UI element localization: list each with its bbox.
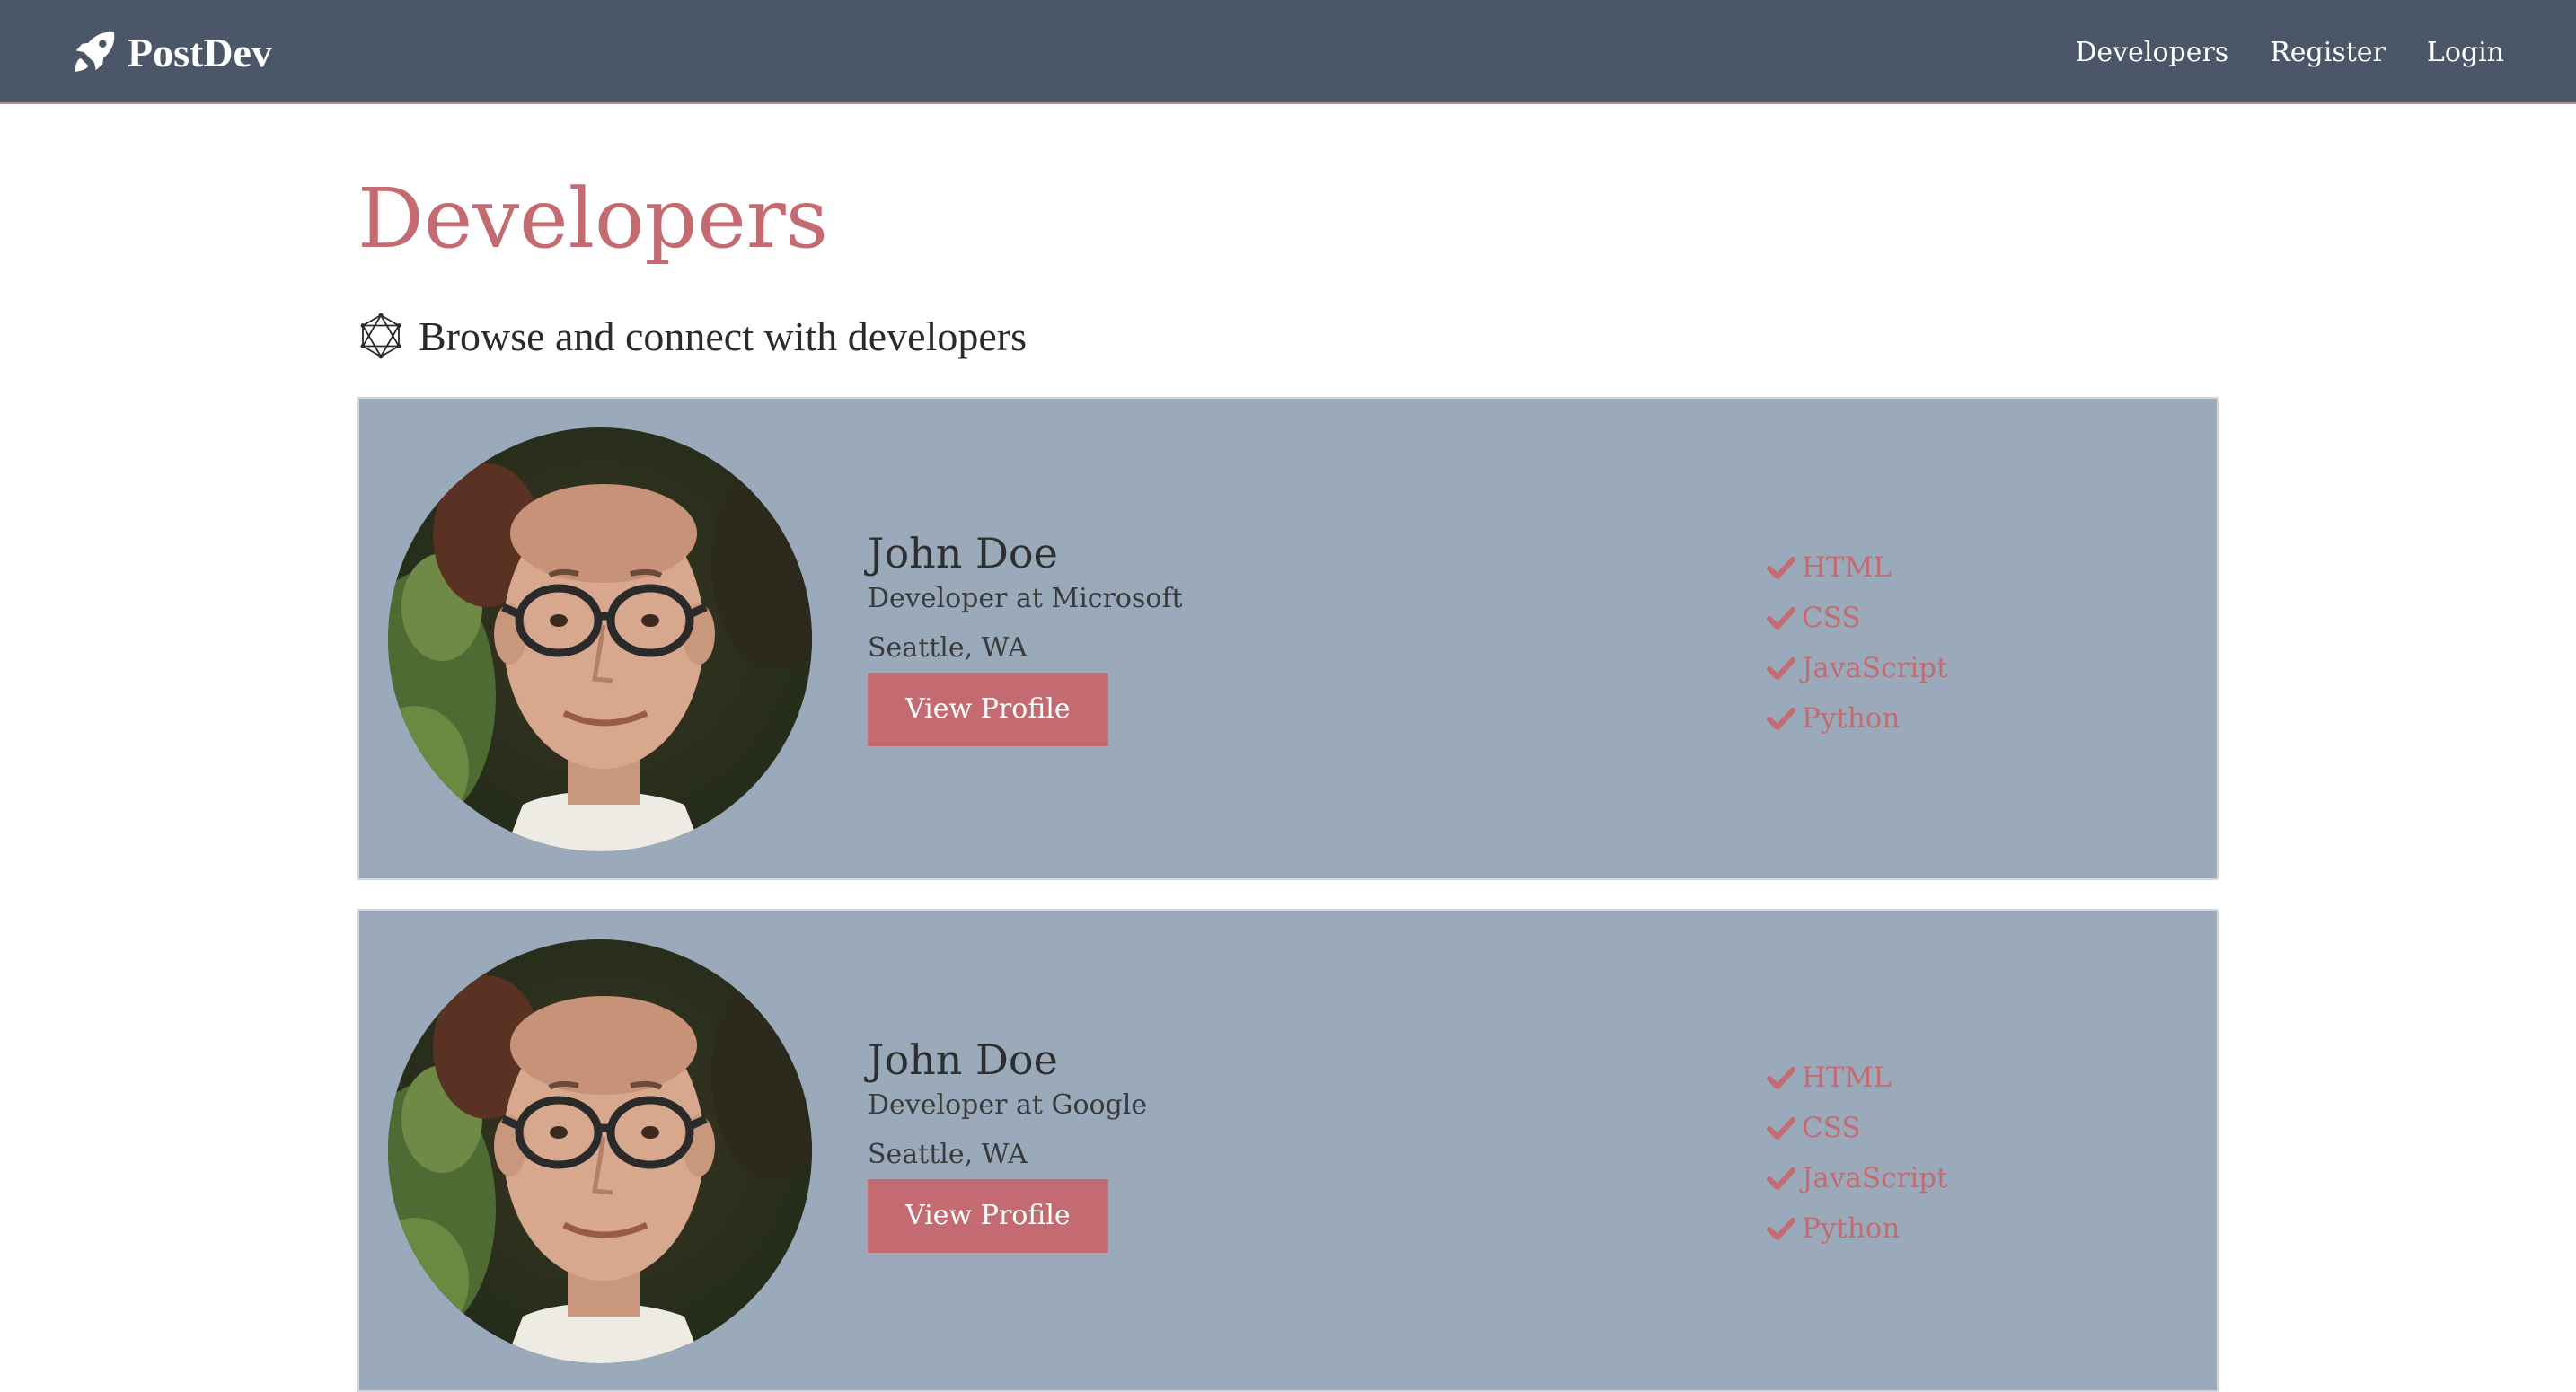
skill-item: Python: [1766, 1203, 1948, 1254]
check-icon: [1766, 1062, 1796, 1093]
profile-role: Developer at Microsoft: [868, 582, 1183, 614]
page-lead-text: Browse and connect with developers: [419, 313, 1028, 359]
profile-info: John Doe Developer at Google Seattle, WA…: [868, 1036, 1586, 1253]
skill-label: CSS: [1802, 1112, 1861, 1144]
skill-item: JavaScript: [1766, 1153, 1948, 1203]
profile-card: John Doe Developer at Google Seattle, WA…: [357, 909, 2219, 1392]
skill-item: HTML: [1766, 542, 1948, 593]
skill-label: Python: [1802, 1212, 1901, 1245]
profile-role: Developer at Google: [868, 1088, 1148, 1121]
rocket-icon: [70, 28, 119, 76]
page-title: Developers: [357, 171, 828, 267]
navbar: PostDev Developers Register Login: [0, 0, 2576, 104]
skill-item: HTML: [1766, 1053, 1948, 1103]
nav-link-register[interactable]: Register: [2270, 37, 2386, 68]
nav-links: Developers Register Login: [2075, 0, 2504, 104]
skill-label: JavaScript: [1802, 652, 1948, 684]
brand-link[interactable]: PostDev: [70, 25, 272, 79]
view-profile-button[interactable]: View Profile: [868, 672, 1108, 746]
skill-item: Python: [1766, 693, 1948, 744]
skill-label: CSS: [1802, 602, 1861, 634]
profile-location: Seattle, WA: [868, 1138, 1028, 1170]
profile-info: John Doe Developer at Microsoft Seattle,…: [868, 530, 1586, 746]
check-icon: [1766, 552, 1796, 583]
profile-location: Seattle, WA: [868, 631, 1028, 664]
avatar: [388, 939, 812, 1363]
profile-card: John Doe Developer at Microsoft Seattle,…: [357, 397, 2219, 880]
skill-label: Python: [1802, 702, 1901, 735]
avatar: [388, 427, 812, 851]
profile-name: John Doe: [868, 1035, 1058, 1084]
skill-label: HTML: [1802, 551, 1892, 584]
view-profile-button[interactable]: View Profile: [868, 1178, 1108, 1253]
skill-item: JavaScript: [1766, 643, 1948, 693]
check-icon: [1766, 653, 1796, 683]
check-icon: [1766, 603, 1796, 633]
check-icon: [1766, 1163, 1796, 1194]
nav-link-developers[interactable]: Developers: [2075, 37, 2228, 68]
profile-name: John Doe: [868, 529, 1058, 577]
skill-item: CSS: [1766, 593, 1948, 643]
page-lead: Browse and connect with developers: [357, 309, 1027, 363]
skills-list: HTML CSS JavaScript Python: [1766, 1053, 1948, 1254]
check-icon: [1766, 703, 1796, 734]
skill-label: HTML: [1802, 1062, 1892, 1094]
connectdevelop-icon: [357, 313, 404, 359]
skill-item: CSS: [1766, 1103, 1948, 1153]
check-icon: [1766, 1113, 1796, 1143]
nav-link-login[interactable]: Login: [2427, 37, 2504, 68]
skills-list: HTML CSS JavaScript Python: [1766, 542, 1948, 744]
brand-name: PostDev: [128, 29, 272, 75]
skill-label: JavaScript: [1802, 1162, 1948, 1194]
